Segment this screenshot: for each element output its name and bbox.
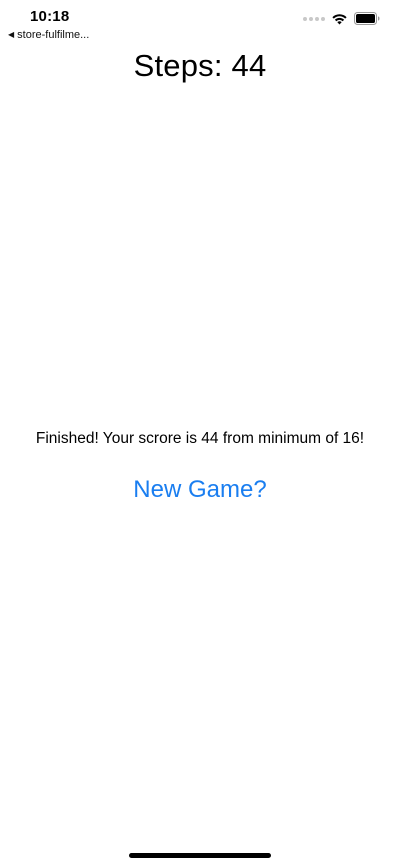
- steps-counter: Steps: 44: [133, 48, 267, 83]
- wifi-icon: [332, 13, 347, 24]
- status-time: 10:18: [30, 8, 70, 25]
- battery-icon: [354, 12, 380, 25]
- back-to-app-link[interactable]: ◀ store-fulfilme...: [8, 29, 89, 41]
- back-triangle-icon: ◀: [8, 30, 15, 39]
- finish-message: Finished! Your scrore is 44 from minimum…: [35, 430, 365, 447]
- new-game-button[interactable]: New Game?: [100, 470, 300, 510]
- cellular-signal-icon: [303, 16, 325, 21]
- status-icons: [303, 12, 380, 25]
- home-indicator[interactable]: [129, 853, 271, 858]
- back-to-app-label: store-fulfilme...: [17, 29, 90, 41]
- status-bar: 10:18 ◀ store-fulfilme...: [0, 0, 400, 44]
